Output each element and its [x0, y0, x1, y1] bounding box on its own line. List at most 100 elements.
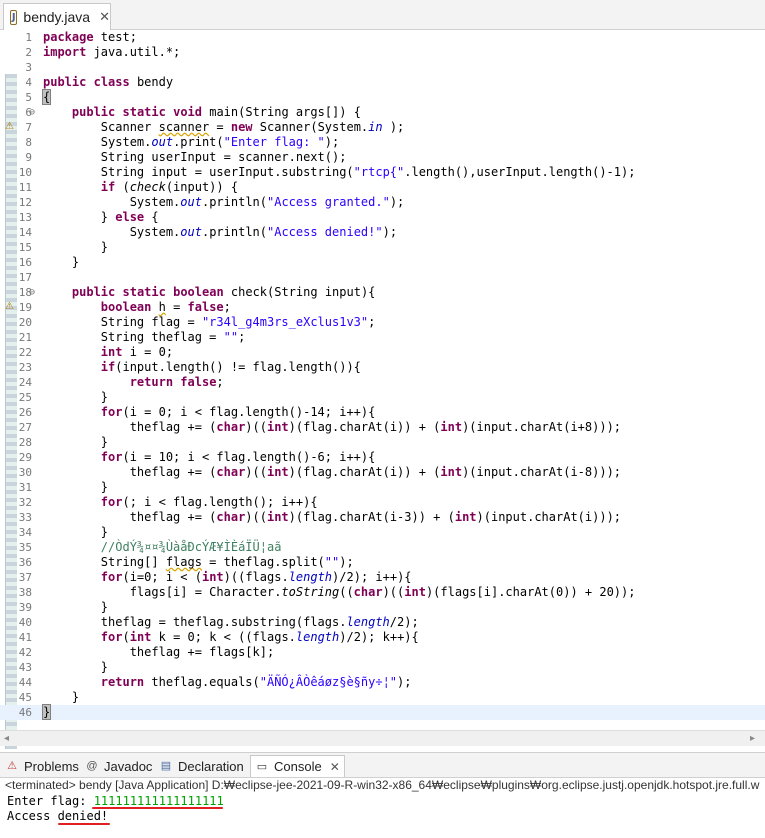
code-token: "Enter flag: ": [223, 135, 325, 149]
close-icon[interactable]: ✕: [99, 10, 110, 25]
horizontal-scrollbar[interactable]: ◂ ▸: [0, 730, 765, 746]
line-number: 10: [18, 166, 32, 179]
code-line[interactable]: 19 ⚠ boolean h = false;: [0, 300, 765, 315]
code-line[interactable]: 7 ⚠ Scanner scanner = new Scanner(System.…: [0, 120, 765, 135]
console-output[interactable]: Enter flag: 111111111111111111 Access de…: [0, 793, 765, 838]
code-line[interactable]: 8 System.out.print("Enter flag: ");: [0, 135, 765, 150]
code-line[interactable]: 41 for(int k = 0; k < ((flags.length)/2)…: [0, 630, 765, 645]
code-line[interactable]: 44 return theflag.equals("ÄÑÓ¿ÂÒêáøz§è§ñ…: [0, 675, 765, 690]
warning-marker-icon[interactable]: ⚠: [5, 301, 17, 313]
code-text: }: [43, 390, 108, 405]
code-text: String input = userInput.substring("rtcp…: [43, 165, 636, 180]
code-token: )((: [245, 465, 267, 479]
line-number: 11: [18, 181, 32, 194]
code-line[interactable]: 24 return false;: [0, 375, 765, 390]
code-line[interactable]: 23 if(input.length() != flag.length()){: [0, 360, 765, 375]
editor-tab-label: bendy.java: [23, 9, 91, 25]
code-token: }: [43, 480, 109, 494]
code-line[interactable]: 35 //ÒdÝ¾¤¤¾ÙàåÐcÝÆ¥ÌÈáÏÜ¦aã: [0, 540, 765, 555]
code-token: in: [368, 120, 383, 134]
code-line[interactable]: 20 String flag = "r34l_g4m3rs_eXclus1v3"…: [0, 315, 765, 330]
code-line[interactable]: 30 theflag += (char)((int)(flag.charAt(i…: [0, 465, 765, 480]
code-line[interactable]: 33 theflag += (char)((int)(flag.charAt(i…: [0, 510, 765, 525]
code-line[interactable]: 46}: [0, 704, 765, 720]
console-line-1: Enter flag: 111111111111111111: [7, 794, 224, 808]
line-number: 4: [25, 76, 32, 89]
code-line[interactable]: 36 String[] flags = theflag.split("");: [0, 555, 765, 570]
code-token: flags[i] = Character.: [43, 585, 282, 599]
code-line[interactable]: 1 package test;: [0, 30, 765, 45]
code-token: "ÄÑÓ¿ÂÒêáøz§è§ñy÷¦": [259, 675, 398, 689]
code-token: import: [43, 45, 87, 59]
code-text: for(i = 10; i < flag.length()-6; i++){: [43, 450, 376, 465]
code-line[interactable]: 14 System.out.println("Access denied!");: [0, 225, 765, 240]
fold-toggle-icon[interactable]: ⊖: [29, 105, 35, 120]
code-line[interactable]: 22 int i = 0;: [0, 345, 765, 360]
code-line[interactable]: 4 public class bendy: [0, 75, 765, 90]
code-line[interactable]: 28 }: [0, 435, 765, 450]
code-token: main(String args[]) {: [202, 105, 361, 119]
code-line[interactable]: 45 }: [0, 690, 765, 705]
code-editor[interactable]: 1 package test; 2 import java.util.*; 3 4 publ…: [0, 30, 765, 749]
line-number: 29: [18, 451, 32, 464]
code-line[interactable]: 40 theflag = theflag.substring(flags.len…: [0, 615, 765, 630]
editor-tab-bendy-java[interactable]: J bendy.java ✕: [3, 3, 111, 30]
code-token: }: [43, 435, 109, 449]
line-number: 17: [18, 271, 32, 284]
code-line[interactable]: 6 ⊖ public static void main(String args[]…: [0, 105, 765, 120]
problems-icon: ⚠: [7, 760, 17, 772]
code-line[interactable]: 37 for(i=0; i < (int)((flags.length)/2);…: [0, 570, 765, 585]
panel-tab-declaration[interactable]: ▤ Declaration: [159, 755, 244, 777]
code-line[interactable]: 32 for(; i < flag.length(); i++){: [0, 495, 765, 510]
code-line[interactable]: 15 }: [0, 240, 765, 255]
code-token: class: [93, 75, 130, 89]
code-line[interactable]: 2 import java.util.*;: [0, 45, 765, 60]
scroll-left-icon[interactable]: ◂: [4, 733, 9, 744]
panel-tab-problems[interactable]: ⚠ Problems: [5, 755, 79, 777]
code-token: )(input.charAt(i)));: [476, 510, 622, 524]
code-line[interactable]: 27 theflag += (char)((int)(flag.charAt(i…: [0, 420, 765, 435]
code-line[interactable]: 21 String theflag = "";: [0, 330, 765, 345]
code-line[interactable]: 3: [0, 60, 765, 75]
code-line[interactable]: 38 flags[i] = Character.toString((char)(…: [0, 585, 765, 600]
code-line[interactable]: 31 }: [0, 480, 765, 495]
code-token: h: [158, 300, 166, 314]
code-line[interactable]: 9 String userInput = scanner.next();: [0, 150, 765, 165]
code-text: {: [41, 89, 52, 105]
close-icon[interactable]: ✕: [330, 760, 340, 774]
code-text: System.out.println("Access denied!");: [43, 225, 397, 240]
code-token: return: [100, 675, 145, 689]
code-line[interactable]: 12 System.out.println("Access granted.")…: [0, 195, 765, 210]
code-token: )(flag.charAt(i-3)) + (: [288, 510, 455, 524]
warning-marker-icon[interactable]: ⚠: [5, 121, 17, 133]
code-token: )(input.charAt(i-8)));: [462, 465, 622, 479]
code-token: String userInput = scanner.next();: [43, 150, 347, 164]
scroll-right-icon[interactable]: ▸: [750, 733, 755, 744]
code-line[interactable]: 42 theflag += flags[k];: [0, 645, 765, 660]
code-line[interactable]: 18 ⊖ public static boolean check(String i…: [0, 285, 765, 300]
code-line[interactable]: 25 }: [0, 390, 765, 405]
code-token: }: [43, 255, 80, 269]
code-token: "r34l_g4m3rs_eXclus1v3": [201, 315, 369, 329]
code-token: for: [100, 630, 123, 644]
code-line[interactable]: 5{: [0, 89, 765, 105]
code-line[interactable]: 10 String input = userInput.substring("r…: [0, 165, 765, 180]
panel-tab-javadoc[interactable]: @ Javadoc: [85, 755, 152, 777]
line-number: 16: [18, 256, 32, 269]
code-line[interactable]: 34 }: [0, 525, 765, 540]
code-line[interactable]: 16 }: [0, 255, 765, 270]
code-line[interactable]: 39 }: [0, 600, 765, 615]
code-token: =: [165, 300, 188, 314]
code-line[interactable]: 29 for(i = 10; i < flag.length()-6; i++)…: [0, 450, 765, 465]
code-token: java.util.*;: [86, 45, 181, 59]
fold-toggle-icon[interactable]: ⊖: [29, 285, 35, 300]
code-line[interactable]: 13 } else {: [0, 210, 765, 225]
code-token: }: [43, 690, 80, 704]
code-line[interactable]: 11 if (check(input)) {: [0, 180, 765, 195]
panel-tab-console[interactable]: ▭ Console ✕: [250, 755, 345, 777]
code-line[interactable]: 17: [0, 270, 765, 285]
code-line[interactable]: 26 for(i = 0; i < flag.length()-14; i++)…: [0, 405, 765, 420]
code-line[interactable]: 43 }: [0, 660, 765, 675]
